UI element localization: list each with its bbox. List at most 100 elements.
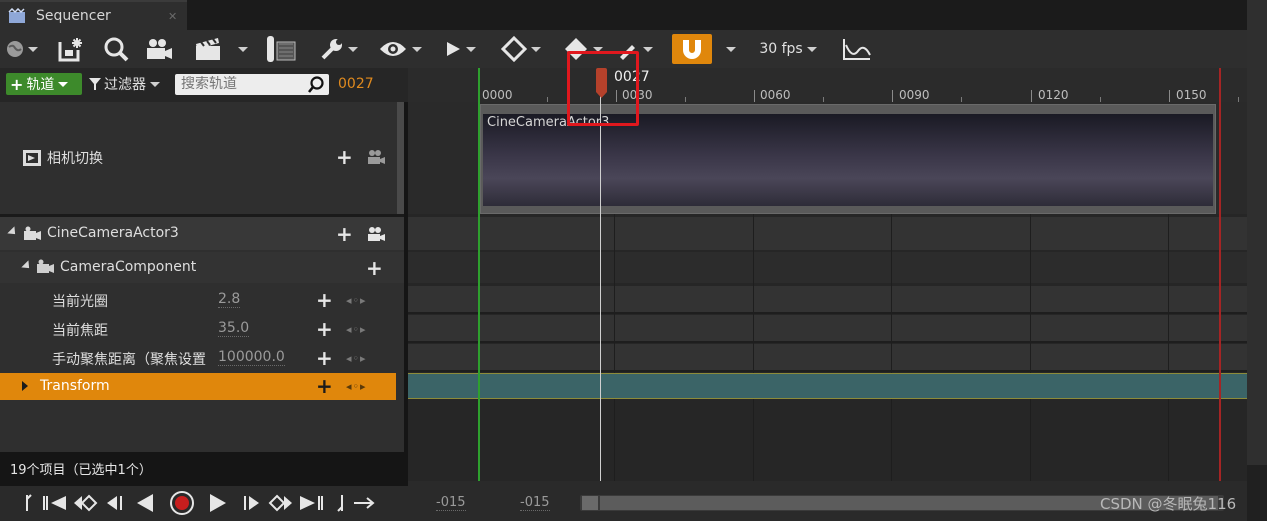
snap-toggle-button[interactable] <box>672 34 712 64</box>
property-label: 当前焦距 <box>52 323 108 339</box>
grid-line <box>753 212 754 481</box>
add-button[interactable]: + <box>336 147 353 167</box>
view-menu-button[interactable] <box>374 34 426 64</box>
track-area[interactable]: CineCameraActor3 <box>408 102 1247 481</box>
camera-icon[interactable] <box>366 226 386 242</box>
ruler-tick <box>892 90 893 102</box>
save-icon <box>58 38 82 62</box>
add-key-button[interactable]: + <box>316 348 333 368</box>
expand-arrow-icon[interactable] <box>21 260 33 272</box>
play-button[interactable] <box>206 492 230 514</box>
component-track[interactable]: CameraComponent + <box>0 252 404 283</box>
play-menu-button[interactable] <box>440 34 480 64</box>
current-frame[interactable]: 0027 <box>338 76 374 92</box>
jump-to-start-button[interactable] <box>20 492 38 514</box>
previous-key-icon <box>43 496 66 510</box>
scrollbar[interactable] <box>397 102 404 214</box>
camera-icon[interactable] <box>366 149 386 165</box>
fps-label: 30 fps <box>759 41 803 57</box>
watermark: CSDN @冬眠兔116 <box>1100 495 1237 513</box>
render-icon <box>267 36 296 62</box>
property-value[interactable]: 2.8 <box>218 291 241 308</box>
add-button[interactable]: + <box>366 258 383 278</box>
play-reverse-button[interactable] <box>134 492 156 514</box>
add-key-button[interactable]: + <box>316 376 333 396</box>
snap-icon <box>683 40 701 59</box>
next-key-button[interactable] <box>268 492 294 514</box>
key-back-icon <box>74 494 98 512</box>
tools-menu-button[interactable] <box>316 34 362 64</box>
scrollbar-thumb[interactable] <box>1247 0 1267 465</box>
camera-cuts-track[interactable]: 相机切换 + <box>0 102 404 214</box>
key-icon <box>501 36 527 62</box>
step-to-next-key-button[interactable] <box>298 492 324 514</box>
snap-menu-button[interactable] <box>720 34 742 64</box>
vertical-scrollbar[interactable] <box>1247 0 1267 521</box>
chevron-down-icon <box>58 81 69 87</box>
add-key-button[interactable]: + <box>316 319 333 339</box>
curve-editor-button[interactable] <box>840 34 874 64</box>
key-navigation[interactable]: ◂◦▸ <box>346 323 367 336</box>
transform-track[interactable]: Transform + ◂◦▸ <box>0 373 396 400</box>
close-icon[interactable]: ✕ <box>168 10 177 23</box>
collapse-arrow-icon[interactable] <box>22 381 28 391</box>
expand-arrow-icon[interactable] <box>7 226 19 238</box>
component-label: CameraComponent <box>60 259 197 275</box>
fps-select[interactable]: 30 fps <box>752 34 824 64</box>
step-back-button[interactable] <box>104 492 126 514</box>
record-button[interactable] <box>168 491 196 515</box>
loop-button[interactable] <box>352 492 376 514</box>
actor-track[interactable]: CineCameraActor3 + <box>0 217 404 250</box>
view-start-field[interactable]: -015 <box>436 495 466 511</box>
add-track-label: 轨道 <box>26 77 55 93</box>
chevron-down-icon <box>150 81 160 87</box>
property-value[interactable]: 100000.0 <box>218 349 285 366</box>
clapboard-menu-button[interactable] <box>188 34 254 64</box>
filter-button[interactable]: 过滤器 <box>89 74 160 94</box>
key-navigation[interactable]: ◂◦▸ <box>346 380 367 393</box>
tab-title: Sequencer <box>36 8 111 24</box>
search-input[interactable] <box>181 76 301 92</box>
step-forward-button[interactable] <box>240 492 262 514</box>
actor-lane <box>408 217 1247 250</box>
actor-label: CineCameraActor3 <box>47 225 179 241</box>
property-value[interactable]: 35.0 <box>218 320 250 337</box>
step-to-previous-key-button[interactable] <box>42 492 68 514</box>
search-icon[interactable] <box>307 76 325 94</box>
ruler-tick <box>1169 90 1170 102</box>
add-key-button[interactable]: + <box>316 290 333 310</box>
add-track-button[interactable]: + 轨道 <box>6 73 82 95</box>
world-menu-button[interactable] <box>4 34 40 64</box>
play-icon <box>447 42 460 56</box>
ruler-tick-label: 0000 <box>482 88 513 102</box>
scrollbar-handle[interactable] <box>582 496 598 510</box>
find-button[interactable] <box>102 34 130 64</box>
playback-start-marker[interactable] <box>478 68 480 481</box>
grid-line <box>891 212 892 481</box>
key-navigation[interactable]: ◂◦▸ <box>346 352 367 365</box>
transport-controls <box>0 486 408 521</box>
ruler-tick-label: 0150 <box>1176 88 1207 102</box>
playback-end-marker[interactable] <box>1219 68 1221 481</box>
track-tree: 相机切换 + CineCameraActor3 + CameraComponen… <box>0 102 404 452</box>
key-navigation[interactable]: ◂◦▸ <box>346 294 367 307</box>
chevron-down-icon <box>412 46 422 52</box>
working-start-field[interactable]: -015 <box>520 495 550 511</box>
previous-key-button[interactable] <box>72 492 98 514</box>
add-button[interactable]: + <box>336 224 353 244</box>
step-forward-icon <box>244 496 259 510</box>
camera-button[interactable] <box>144 34 174 64</box>
property-row[interactable]: 当前光圈 2.8 + ◂◦▸ <box>0 286 404 314</box>
ruler-tick-label: 0120 <box>1038 88 1069 102</box>
render-button[interactable] <box>262 34 298 64</box>
property-row[interactable]: 手动聚焦距离（聚焦设置 100000.0 + ◂◦▸ <box>0 344 404 372</box>
ruler-tick-label: 0090 <box>899 88 930 102</box>
tab-sequencer[interactable]: Sequencer ✕ <box>0 0 187 30</box>
key-menu-button[interactable] <box>498 34 544 64</box>
transform-section[interactable] <box>408 373 1247 399</box>
save-button[interactable] <box>56 34 86 64</box>
jump-to-end-button[interactable] <box>334 492 348 514</box>
time-ruler[interactable]: 0000 0030 0060 0090 0120 0150 <box>408 68 1247 102</box>
property-label: 手动聚焦距离（聚焦设置 <box>52 352 206 368</box>
property-row[interactable]: 当前焦距 35.0 + ◂◦▸ <box>0 315 404 343</box>
